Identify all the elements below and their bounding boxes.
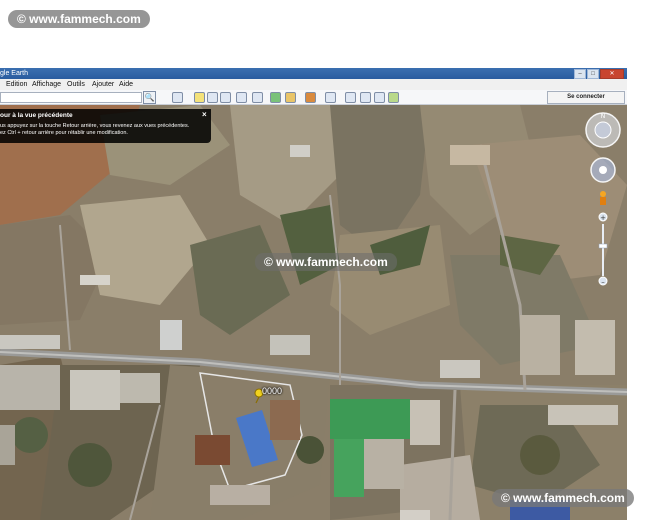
watermark-center: © www.fammech.com <box>255 253 397 271</box>
svg-text:+: + <box>600 214 606 222</box>
previous-view-tooltip: our à la vue précédente us appuyez sur l… <box>0 109 211 143</box>
window-title: gle Earth <box>0 70 29 77</box>
maximize-button[interactable]: □ <box>587 69 599 79</box>
toolbar: 🔍 Se connecter <box>0 90 627 105</box>
tooltip-line-2: ez Ctrl + retour arrière pour rétablir u… <box>0 130 128 136</box>
satellite-map-view[interactable]: N + – 0000 <box>0 105 627 520</box>
google-earth-window: gle Earth – □ ✕ Edition Affichage Outils… <box>0 68 627 520</box>
sunlight-icon[interactable] <box>285 92 296 103</box>
image-overlay-icon[interactable] <box>236 92 247 103</box>
minimize-button[interactable]: – <box>574 69 586 79</box>
search-icon[interactable]: 🔍 <box>143 91 156 104</box>
watermark-top: © www.fammech.com <box>8 10 150 28</box>
look-joystick-icon[interactable]: N <box>585 112 621 148</box>
watermark-bottom: © www.fammech.com <box>492 489 634 507</box>
satellite-imagery <box>0 105 627 520</box>
connect-button[interactable]: Se connecter <box>547 91 625 104</box>
svg-text:N: N <box>601 113 606 120</box>
street-view-pegman-icon[interactable] <box>600 191 606 205</box>
tooltip-line-1: us appuyez sur la touche Retour arrière,… <box>0 123 190 129</box>
planets-icon[interactable] <box>305 92 316 103</box>
menu-ajouter[interactable]: Ajouter <box>92 79 114 90</box>
menu-outils[interactable]: Outils <box>67 79 85 90</box>
tooltip-close-icon[interactable]: × <box>202 110 207 119</box>
title-bar[interactable]: gle Earth – □ ✕ <box>0 68 627 79</box>
tooltip-title: our à la vue précédente <box>0 112 73 119</box>
view-in-maps-icon[interactable] <box>388 92 399 103</box>
email-icon[interactable] <box>345 92 356 103</box>
save-image-icon[interactable] <box>374 92 385 103</box>
navigation-controls: N + – <box>585 108 625 368</box>
menu-affichage[interactable]: Affichage <box>32 79 61 90</box>
print-icon[interactable] <box>360 92 371 103</box>
record-tour-icon[interactable] <box>252 92 263 103</box>
menu-bar: Edition Affichage Outils Ajouter Aide <box>0 79 627 90</box>
placemark-label[interactable]: 0000 <box>262 386 282 396</box>
search-input[interactable] <box>0 92 142 103</box>
menu-edition[interactable]: Edition <box>6 79 27 90</box>
close-button[interactable]: ✕ <box>600 69 624 79</box>
ruler-icon[interactable] <box>325 92 336 103</box>
menu-aide[interactable]: Aide <box>119 79 133 90</box>
polygon-tool-icon[interactable] <box>207 92 218 103</box>
move-joystick-icon[interactable] <box>590 157 616 183</box>
path-tool-icon[interactable] <box>220 92 231 103</box>
sidebar-toggle-icon[interactable] <box>172 92 183 103</box>
svg-text:–: – <box>601 278 605 286</box>
placemark-tool-icon[interactable] <box>194 92 205 103</box>
zoom-slider[interactable]: + – <box>598 212 608 286</box>
historical-imagery-icon[interactable] <box>270 92 281 103</box>
